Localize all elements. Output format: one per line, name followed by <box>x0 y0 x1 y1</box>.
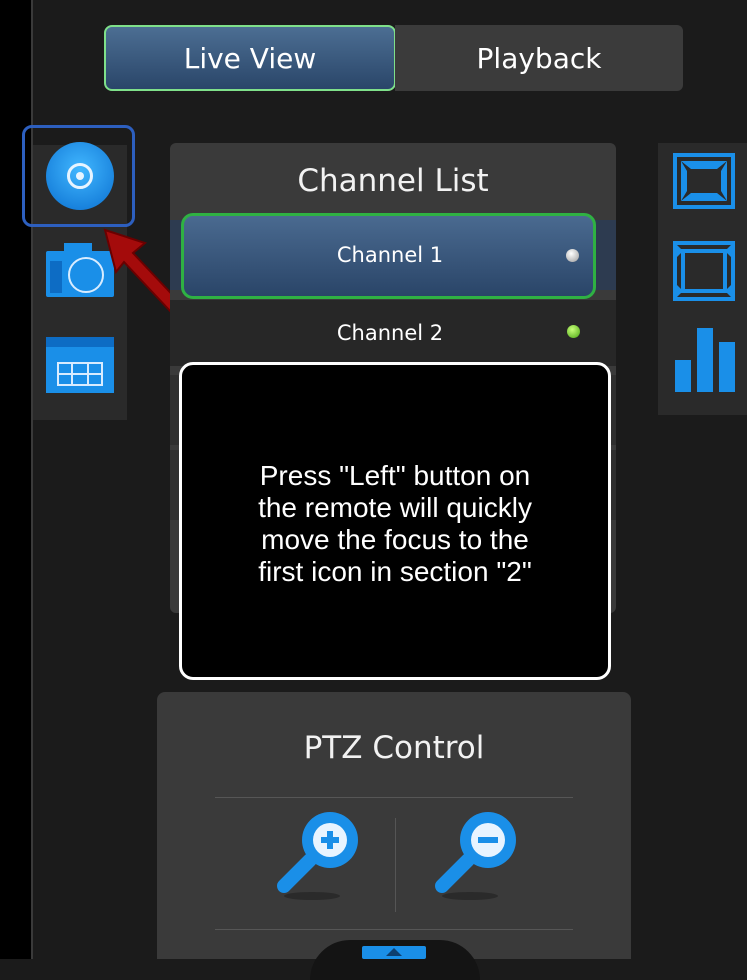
channel-2-status-dot <box>567 325 580 338</box>
ptz-divider-top <box>215 797 573 798</box>
fullscreen-icon[interactable] <box>673 153 735 209</box>
tab-playback-label: Playback <box>476 41 602 75</box>
help-tooltip: Press "Left" button on the remote will q… <box>179 362 611 680</box>
channel-2-label: Channel 2 <box>336 321 444 345</box>
aspect-ratio-icon[interactable] <box>673 241 735 301</box>
channel-1-status-dot <box>566 249 579 262</box>
ptz-title: PTZ Control <box>303 730 485 766</box>
ptz-divider-vertical <box>395 818 396 912</box>
channel-list-title: Channel List <box>297 163 489 199</box>
ptz-up-icon[interactable] <box>362 942 426 959</box>
focus-highlight-box <box>22 125 135 227</box>
tab-live-view-label: Live View <box>183 41 317 75</box>
ptz-divider-bottom <box>215 929 573 930</box>
tab-live-view[interactable]: Live View <box>104 25 396 91</box>
tab-playback[interactable]: Playback <box>395 25 683 91</box>
calendar-icon[interactable] <box>46 337 114 393</box>
zoom-in-icon[interactable] <box>272 808 368 900</box>
tooltip-text: Press "Left" button on the remote will q… <box>258 460 532 587</box>
channel-1-label: Channel 1 <box>336 243 444 267</box>
zoom-out-icon[interactable] <box>430 808 526 900</box>
bar-chart-icon[interactable] <box>673 326 739 392</box>
ptz-control-panel: PTZ Control <box>157 692 631 959</box>
